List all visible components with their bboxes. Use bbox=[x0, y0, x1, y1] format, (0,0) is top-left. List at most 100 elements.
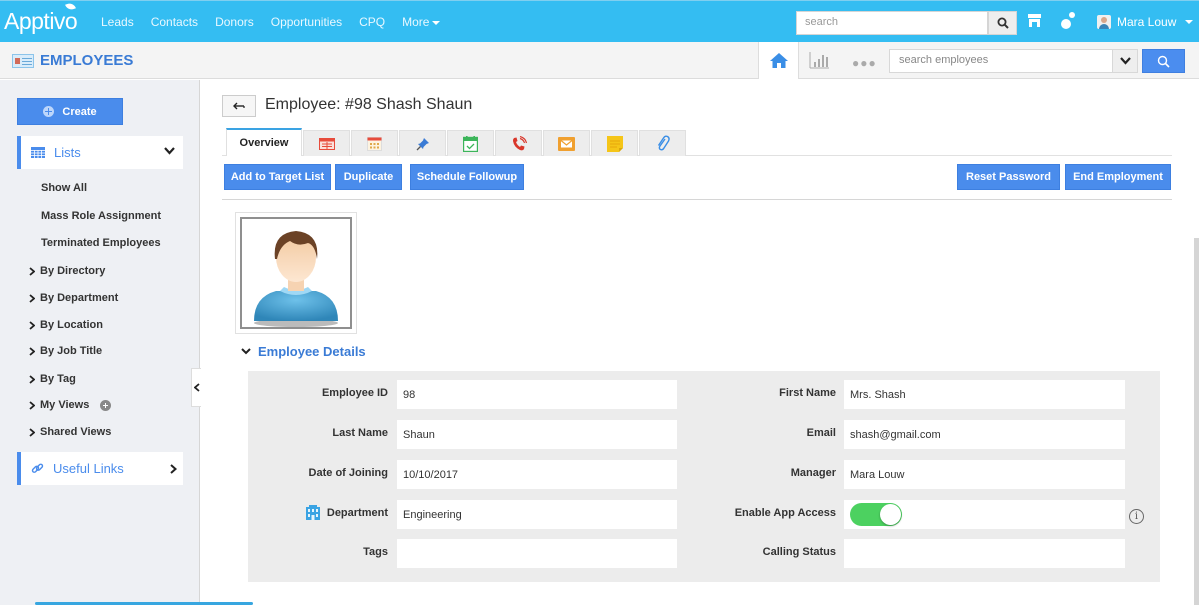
field-label-wrap: First Name bbox=[678, 380, 836, 409]
lists-panel-header[interactable]: Lists bbox=[17, 136, 183, 169]
more-options-icon[interactable]: ●●● bbox=[852, 56, 877, 70]
tree-by-location[interactable]: By Location bbox=[29, 319, 103, 331]
tab-emails[interactable] bbox=[543, 130, 590, 156]
tags-field[interactable] bbox=[397, 539, 677, 568]
field-label-wrap: Calling Status bbox=[678, 539, 836, 568]
tree-label: My Views bbox=[40, 399, 90, 411]
vertical-scrollbar[interactable] bbox=[1194, 238, 1199, 605]
chart-icon[interactable] bbox=[808, 50, 830, 70]
date-of-joining-field[interactable]: 10/10/2017 bbox=[397, 460, 677, 489]
info-icon[interactable]: i bbox=[1129, 509, 1144, 524]
end-employment-button[interactable]: End Employment bbox=[1065, 164, 1171, 190]
app-title-label: EMPLOYEES bbox=[40, 52, 134, 69]
tab-details[interactable] bbox=[303, 130, 350, 156]
calling-status-label: Calling Status bbox=[762, 546, 836, 558]
first-name-field[interactable]: Mrs. Shash bbox=[844, 380, 1125, 409]
home-tab[interactable] bbox=[758, 42, 799, 79]
phone-icon bbox=[512, 135, 527, 150]
record-tabs: Overview bbox=[222, 128, 1172, 156]
user-menu[interactable]: Mara Louw bbox=[1097, 15, 1194, 29]
useful-links-panel-header[interactable]: Useful Links bbox=[17, 452, 183, 485]
reset-password-button[interactable]: Reset Password bbox=[957, 164, 1060, 190]
tab-calls[interactable] bbox=[495, 130, 542, 156]
avatar bbox=[1097, 15, 1111, 29]
tree-by-tag[interactable]: By Tag bbox=[29, 373, 76, 385]
tree-shared-views[interactable]: Shared Views bbox=[29, 426, 111, 438]
list-terminated-employees[interactable]: Terminated Employees bbox=[41, 237, 161, 249]
tab-pins[interactable] bbox=[399, 130, 446, 156]
tree-my-views[interactable]: My Views bbox=[29, 399, 112, 411]
tree-label: By Location bbox=[40, 319, 103, 331]
pin-icon bbox=[416, 137, 429, 150]
add-view-icon[interactable] bbox=[100, 399, 112, 411]
back-button[interactable] bbox=[222, 95, 256, 117]
lists-label: Lists bbox=[54, 145, 81, 160]
tree-label: By Department bbox=[40, 292, 119, 304]
nav-donors[interactable]: Donors bbox=[215, 15, 254, 29]
nav-contacts[interactable]: Contacts bbox=[151, 15, 198, 29]
enable-app-access-toggle[interactable] bbox=[850, 503, 902, 526]
tree-by-directory[interactable]: By Directory bbox=[29, 265, 105, 277]
list-show-all[interactable]: Show All bbox=[41, 182, 87, 194]
caret-down-icon bbox=[1185, 20, 1194, 24]
apptivo-logo[interactable]: Apptivo bbox=[4, 1, 78, 35]
tab-notes[interactable] bbox=[591, 130, 638, 156]
employee-details-panel: Employee ID 98 Last Name Shaun Date of J… bbox=[248, 371, 1160, 582]
chevron-right-icon bbox=[29, 346, 35, 356]
field-label-wrap: Department bbox=[248, 500, 388, 529]
field-label-wrap: Email bbox=[678, 420, 836, 449]
table-icon bbox=[318, 137, 335, 150]
app-title[interactable]: EMPLOYEES bbox=[12, 52, 133, 69]
department-field[interactable]: Engineering bbox=[397, 500, 677, 529]
search-icon bbox=[997, 17, 1009, 29]
employee-search-button[interactable] bbox=[1142, 49, 1185, 73]
paperclip-icon bbox=[657, 135, 670, 151]
manager-field[interactable]: Mara Louw bbox=[844, 460, 1125, 489]
connections-icon[interactable] bbox=[1060, 11, 1076, 31]
tab-overview[interactable]: Overview bbox=[226, 128, 302, 156]
employee-photo[interactable] bbox=[235, 212, 357, 334]
tree-by-department[interactable]: By Department bbox=[29, 292, 118, 304]
collapse-sidebar-button[interactable] bbox=[191, 368, 201, 407]
list-mass-role-assignment[interactable]: Mass Role Assignment bbox=[41, 210, 161, 222]
employee-id-label: Employee ID bbox=[321, 387, 388, 399]
enable-app-access-label: Enable App Access bbox=[734, 507, 836, 519]
chevron-right-icon bbox=[170, 464, 177, 474]
tab-followups[interactable] bbox=[447, 130, 494, 156]
tab-calendar[interactable] bbox=[351, 130, 398, 156]
employee-details-toggle[interactable]: Employee Details bbox=[241, 344, 366, 359]
global-search-button[interactable] bbox=[988, 11, 1017, 35]
tree-by-job-title[interactable]: By Job Title bbox=[29, 345, 102, 357]
duplicate-button[interactable]: Duplicate bbox=[335, 164, 402, 190]
field-label-wrap: Tags bbox=[248, 539, 388, 568]
tab-attachments[interactable] bbox=[639, 130, 686, 156]
first-name-label: First Name bbox=[779, 387, 836, 399]
useful-links-label: Useful Links bbox=[53, 461, 124, 476]
create-label: Create bbox=[62, 105, 97, 118]
search-icon bbox=[1157, 55, 1170, 68]
last-name-field[interactable]: Shaun bbox=[397, 420, 677, 449]
nav-leads[interactable]: Leads bbox=[101, 15, 134, 29]
nav-more[interactable]: More bbox=[402, 15, 441, 29]
search-filter-dropdown[interactable] bbox=[1112, 49, 1138, 73]
employee-search-input[interactable]: search employees bbox=[889, 49, 1113, 73]
global-search-input[interactable]: search bbox=[796, 11, 988, 35]
last-name-label: Last Name bbox=[332, 427, 388, 439]
add-to-target-list-button[interactable]: Add to Target List bbox=[224, 164, 331, 190]
chevron-right-icon bbox=[29, 400, 35, 410]
create-button[interactable]: Create bbox=[17, 98, 123, 125]
note-icon bbox=[606, 135, 623, 152]
nav-opportunities[interactable]: Opportunities bbox=[271, 15, 342, 29]
chevron-left-icon bbox=[193, 383, 200, 392]
chevron-down-icon bbox=[164, 147, 175, 155]
employee-id-field[interactable]: 98 bbox=[397, 380, 677, 409]
email-field[interactable]: shash@gmail.com bbox=[844, 420, 1125, 449]
building-icon[interactable] bbox=[305, 505, 321, 520]
nav-cpq[interactable]: CPQ bbox=[359, 15, 385, 29]
store-icon[interactable] bbox=[1027, 13, 1042, 28]
calling-status-field[interactable] bbox=[844, 539, 1125, 568]
field-label-wrap: Enable App Access bbox=[678, 500, 836, 529]
schedule-followup-button[interactable]: Schedule Followup bbox=[410, 164, 524, 190]
tree-label: Shared Views bbox=[40, 426, 112, 438]
nav-more-label: More bbox=[402, 15, 430, 29]
